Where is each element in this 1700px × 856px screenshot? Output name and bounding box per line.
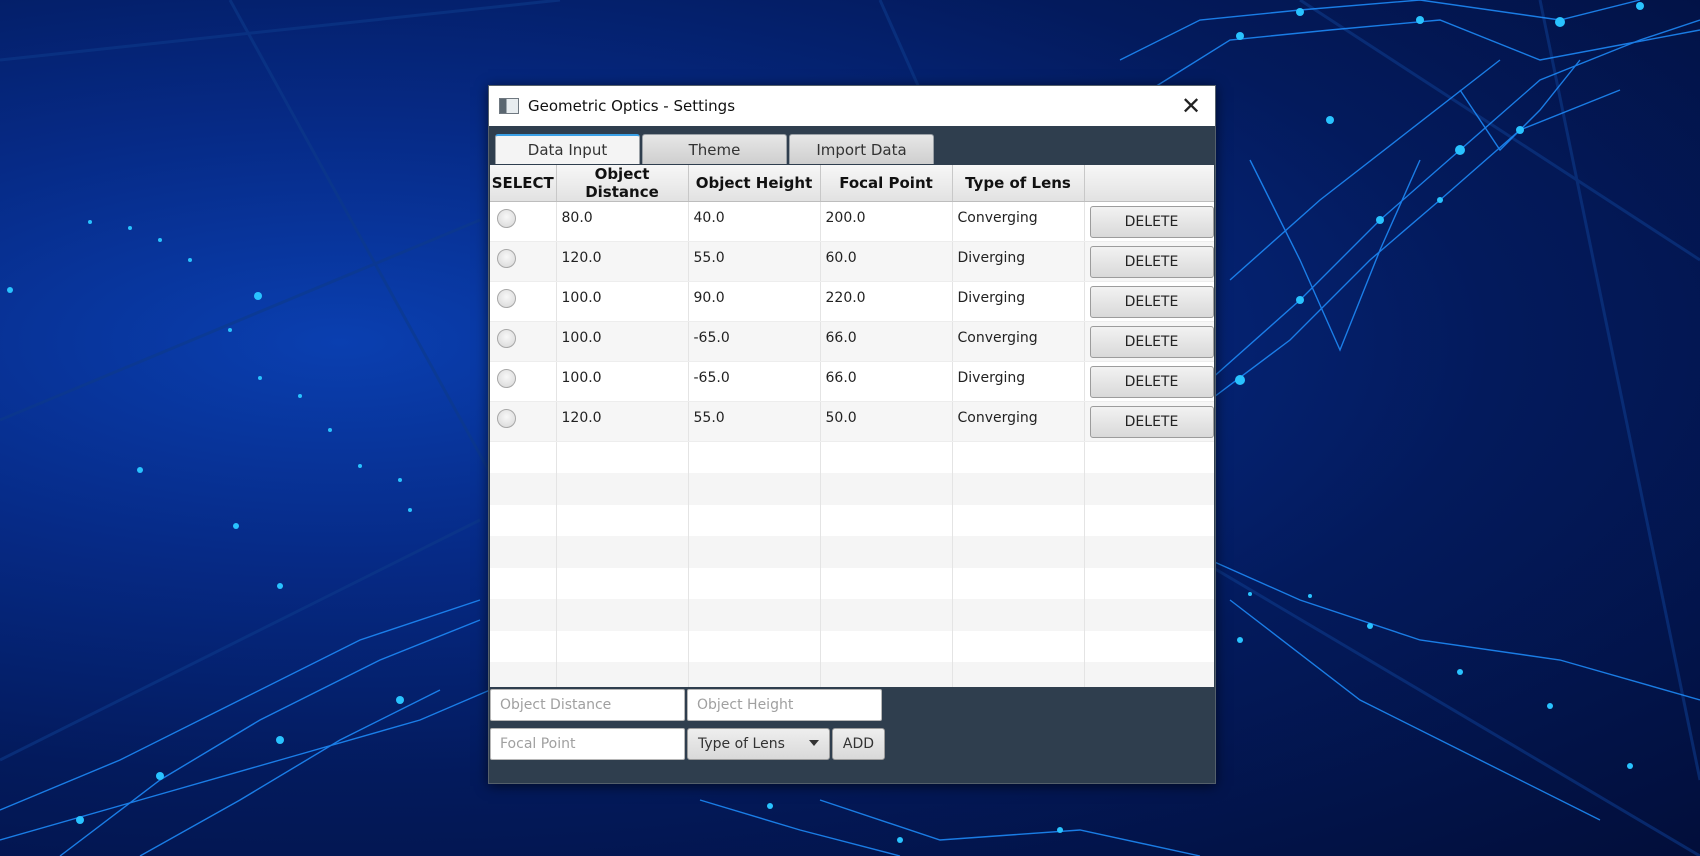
empty-table-row [490,630,1214,662]
app-icon [499,98,519,114]
window-title: Geometric Optics - Settings [528,97,736,115]
delete-button[interactable]: DELETE [1089,206,1214,238]
object-height-field[interactable] [687,689,882,721]
object-height-cell: 40.0 [688,201,821,242]
empty-table-row [490,599,1214,631]
select-radio[interactable] [497,369,516,388]
select-radio[interactable] [497,409,516,428]
lens-type-cell: Diverging [952,241,1085,282]
select-radio[interactable] [497,329,516,348]
tab-theme[interactable]: Theme [642,134,787,164]
delete-button[interactable]: DELETE [1089,246,1214,278]
lens-type-cell: Converging [952,401,1085,442]
column-header-actions [1084,165,1214,202]
object-distance-cell: 100.0 [556,361,689,402]
focal-point-cell: 220.0 [820,281,953,322]
table-row: 100.0 -65.0 66.0 Diverging DELETE [490,361,1214,402]
focal-point-cell: 50.0 [820,401,953,442]
table-row: 120.0 55.0 60.0 Diverging DELETE [490,241,1214,282]
object-height-cell: 55.0 [688,401,821,442]
lens-type-cell: Converging [952,321,1085,362]
focal-point-cell: 200.0 [820,201,953,242]
settings-window: Geometric Optics - Settings ✕ Data Input… [488,85,1216,784]
focal-point-cell: 66.0 [820,361,953,402]
focal-point-field[interactable] [490,728,685,760]
column-header-type-of-lens[interactable]: Type of Lens [952,165,1085,202]
empty-table-row [490,567,1214,599]
title-bar: Geometric Optics - Settings ✕ [489,86,1215,126]
column-header-object-distance[interactable]: Object Distance [556,165,689,202]
table-header-row: SELECT Object Distance Object Height Foc… [490,165,1214,202]
tab-import-data[interactable]: Import Data [789,134,934,164]
lens-type-cell: Diverging [952,281,1085,322]
lens-type-cell: Converging [952,201,1085,242]
tab-data-input[interactable]: Data Input [495,134,640,164]
select-radio[interactable] [497,249,516,268]
object-distance-cell: 120.0 [556,241,689,282]
table-row: 120.0 55.0 50.0 Converging DELETE [490,401,1214,442]
object-height-cell: -65.0 [688,321,821,362]
table-row: 80.0 40.0 200.0 Converging DELETE [490,201,1214,242]
object-height-cell: 55.0 [688,241,821,282]
column-header-focal-point[interactable]: Focal Point [820,165,953,202]
empty-table-row [490,662,1214,687]
object-distance-cell: 120.0 [556,401,689,442]
delete-button[interactable]: DELETE [1089,366,1214,398]
delete-button[interactable]: DELETE [1089,286,1214,318]
object-distance-cell: 100.0 [556,321,689,362]
delete-button[interactable]: DELETE [1089,326,1214,358]
delete-button[interactable]: DELETE [1089,406,1214,438]
close-button[interactable]: ✕ [1175,90,1207,122]
focal-point-cell: 66.0 [820,321,953,362]
select-radio[interactable] [497,289,516,308]
table-row: 100.0 90.0 220.0 Diverging DELETE [490,281,1214,322]
chevron-down-icon [809,740,819,746]
lens-type-select-label: Type of Lens [698,736,785,752]
empty-table-row [490,441,1214,473]
lens-data-table: SELECT Object Distance Object Height Foc… [490,165,1214,687]
object-height-cell: -65.0 [688,361,821,402]
add-button[interactable]: ADD [832,728,885,760]
column-header-object-height[interactable]: Object Height [688,165,821,202]
object-distance-cell: 100.0 [556,281,689,322]
lens-type-select[interactable]: Type of Lens [687,728,830,760]
object-distance-field[interactable] [490,689,685,721]
table-row: 100.0 -65.0 66.0 Converging DELETE [490,321,1214,362]
empty-table-row [490,504,1214,536]
object-distance-cell: 80.0 [556,201,689,242]
empty-table-row [490,473,1214,505]
select-radio[interactable] [497,209,516,228]
object-height-cell: 90.0 [688,281,821,322]
lens-type-cell: Diverging [952,361,1085,402]
column-header-select[interactable]: SELECT [490,165,557,202]
tab-bar: Data Input Theme Import Data [495,134,934,164]
focal-point-cell: 60.0 [820,241,953,282]
empty-table-row [490,536,1214,568]
